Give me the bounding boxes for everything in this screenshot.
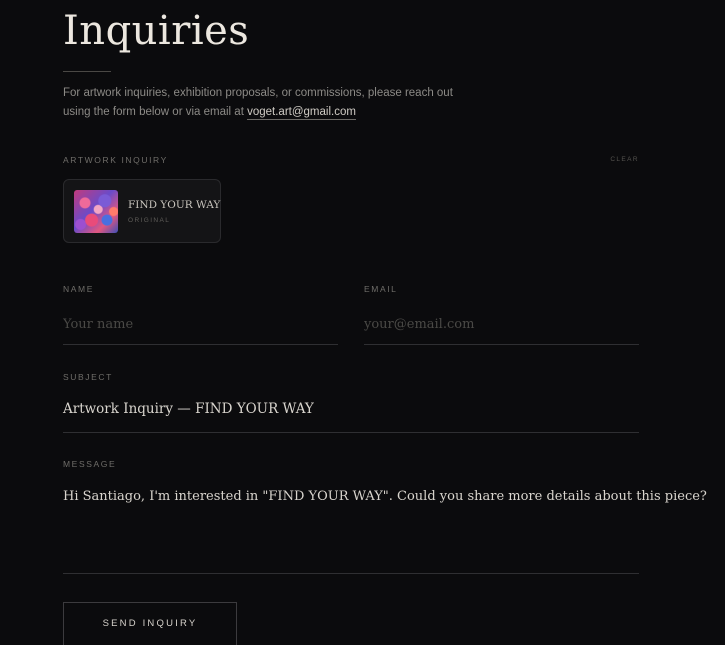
name-field: NAME xyxy=(63,284,338,346)
subject-underline xyxy=(63,432,639,433)
artwork-thumbnail xyxy=(74,190,118,233)
artwork-type: ORIGINAL xyxy=(128,217,171,224)
message-underline xyxy=(63,573,639,574)
page-title: Inquiries xyxy=(63,8,250,54)
artwork-inquiry-header: ARTWORK INQUIRY CLEAR xyxy=(63,155,639,167)
selected-artwork-card: FIND YOUR WAY ORIGINAL xyxy=(63,179,221,243)
artwork-title: FIND YOUR WAY xyxy=(128,199,221,211)
artwork-inquiry-label: ARTWORK INQUIRY xyxy=(63,155,168,165)
message-textarea[interactable]: Hi Santiago, I'm interested in "FIND YOU… xyxy=(63,489,707,504)
message-label: MESSAGE xyxy=(63,459,117,469)
intro-paragraph: For artwork inquiries, exhibition propos… xyxy=(63,84,483,122)
subject-input[interactable]: Artwork Inquiry — FIND YOUR WAY xyxy=(63,401,639,417)
email-field: EMAIL xyxy=(364,284,639,346)
subject-label: SUBJECT xyxy=(63,372,113,382)
message-field: MESSAGE Hi Santiago, I'm interested in "… xyxy=(63,459,707,575)
inquiries-page: Inquiries For artwork inquiries, exhibit… xyxy=(0,0,725,645)
send-inquiry-button[interactable]: SEND INQUIRY xyxy=(63,602,237,645)
email-label: EMAIL xyxy=(364,284,398,294)
name-input[interactable] xyxy=(63,315,338,333)
email-link[interactable]: voget.art@gmail.com xyxy=(247,106,356,120)
subject-field: SUBJECT Artwork Inquiry — FIND YOUR WAY xyxy=(63,372,639,434)
clear-button[interactable]: CLEAR xyxy=(610,156,639,163)
email-input[interactable] xyxy=(364,315,639,333)
email-underline xyxy=(364,344,639,345)
title-divider xyxy=(63,71,111,72)
name-label: NAME xyxy=(63,284,94,294)
name-underline xyxy=(63,344,338,345)
